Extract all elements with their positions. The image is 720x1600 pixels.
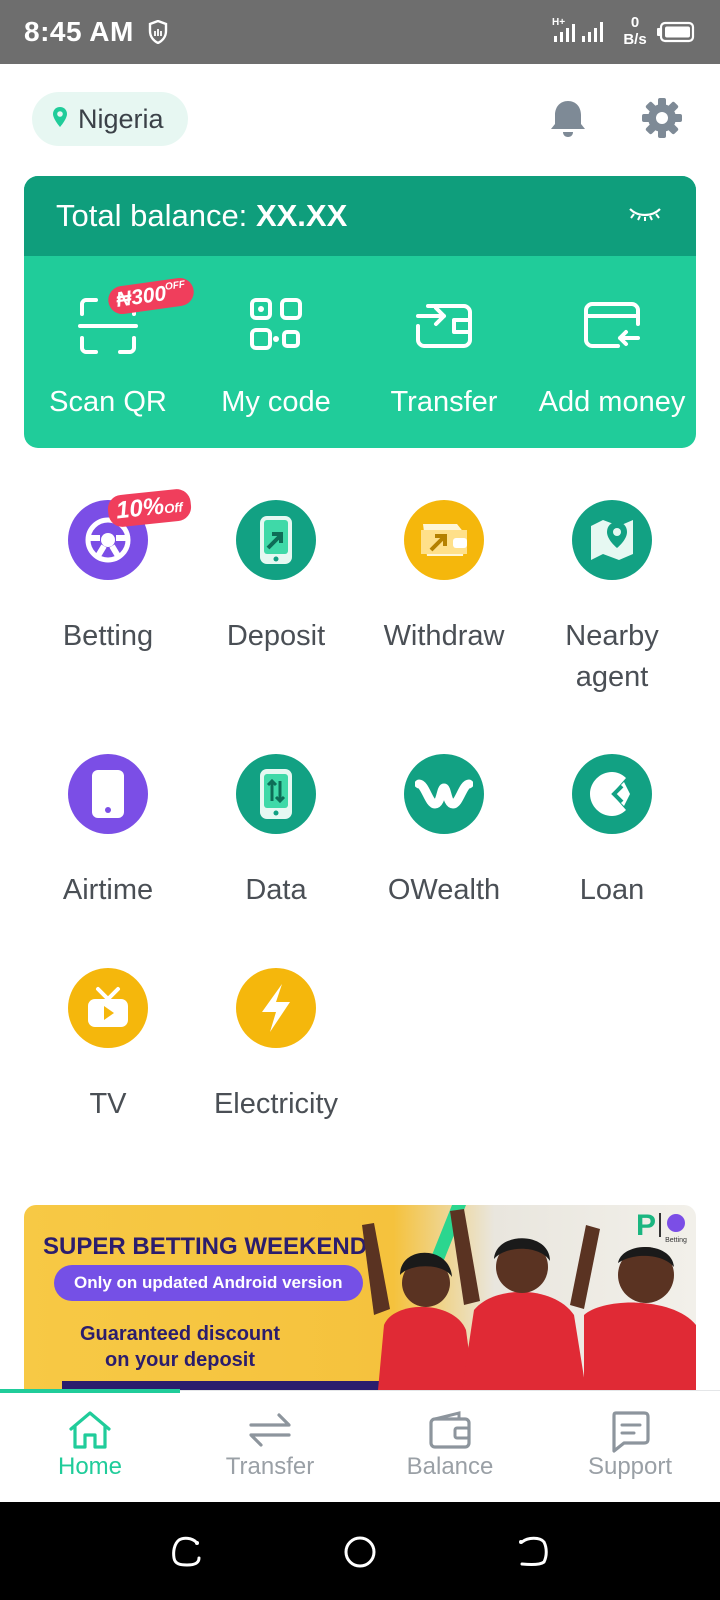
balance-header: Total balance: XX.XX: [24, 176, 696, 256]
home-icon: [67, 1409, 113, 1456]
nav-transfer[interactable]: Transfer: [180, 1391, 360, 1503]
deposit-service[interactable]: Deposit: [192, 500, 360, 657]
data-service[interactable]: Data: [192, 754, 360, 911]
loan-service[interactable]: Loan: [528, 754, 696, 911]
data-icon: [236, 754, 316, 834]
nearby-agent-service[interactable]: Nearby agent: [528, 500, 696, 698]
transfer-quick-label: Transfer: [390, 386, 498, 418]
betting-badge-value: 10%: [114, 492, 166, 525]
add-money-button[interactable]: Add money: [528, 256, 696, 448]
net-speed: 0 B/s: [618, 14, 652, 48]
add-money-card-icon: [582, 296, 642, 357]
banner-title: SUPER BETTING WEEKEND: [43, 1233, 368, 1260]
net-speed-unit: B/s: [623, 31, 647, 48]
electricity-label: Electricity: [213, 1088, 339, 1120]
withdraw-label: Withdraw: [383, 620, 505, 652]
scan-qr-button[interactable]: ₦300OFF Scan QR: [24, 256, 196, 448]
withdraw-icon: [404, 500, 484, 580]
bottom-nav: Home Transfer Balance Support: [0, 1389, 720, 1503]
betting-logo-text: Betting: [665, 1237, 687, 1244]
battery-icon: [656, 21, 696, 48]
transfer-card-icon: [414, 296, 474, 357]
qr-code-icon: [248, 296, 304, 357]
scan-qr-label: Scan QR: [49, 386, 167, 418]
deposit-icon: [236, 500, 316, 580]
recent-apps-icon[interactable]: [170, 1534, 204, 1573]
my-code-label: My code: [221, 386, 331, 418]
betting-label: Betting: [62, 620, 154, 652]
gear-icon[interactable]: [640, 96, 684, 145]
nav-support-label: Support: [587, 1453, 673, 1480]
transfer-quick-button[interactable]: Transfer: [360, 256, 528, 448]
tv-label: TV: [89, 1088, 127, 1120]
quick-actions: ₦300OFF Scan QR My code Transfer Add mon…: [24, 256, 696, 448]
scan-qr-badge-value: ₦300: [114, 282, 168, 312]
add-money-label: Add money: [538, 386, 686, 418]
my-code-button[interactable]: My code: [192, 256, 360, 448]
signal-icon: H+: [552, 16, 616, 49]
airtime-label: Airtime: [62, 874, 154, 906]
airtime-service[interactable]: Airtime: [24, 754, 192, 911]
electricity-service[interactable]: Electricity: [192, 968, 360, 1125]
deposit-label: Deposit: [226, 620, 326, 652]
total-balance: Total balance: XX.XX: [56, 198, 347, 234]
location-pin-icon: [52, 106, 68, 133]
banner-discount-text: Guaranteed discount on your deposit: [80, 1321, 280, 1373]
tv-icon: [68, 968, 148, 1048]
promo-banner[interactable]: SUPER BETTING WEEKEND Only on updated An…: [24, 1205, 696, 1390]
nearby-agent-label: Nearby agent: [565, 620, 659, 693]
betting-logo: P Betting: [636, 1209, 687, 1244]
nav-balance[interactable]: Balance: [360, 1391, 540, 1503]
status-bar: 8:45 AM H+ 0 B/s: [0, 0, 720, 64]
bell-icon[interactable]: [546, 96, 590, 145]
electricity-icon: [236, 968, 316, 1048]
scan-qr-badge-suffix: OFF: [164, 279, 186, 293]
back-icon[interactable]: [514, 1534, 548, 1573]
betting-badge-suffix: Off: [163, 499, 184, 517]
chat-icon: [608, 1409, 652, 1458]
loan-icon: [572, 754, 652, 834]
nav-support[interactable]: Support: [540, 1391, 720, 1503]
total-balance-label: Total balance:: [56, 198, 248, 233]
location-label: Nigeria: [78, 103, 164, 134]
wallet-icon: [427, 1409, 473, 1456]
transfer-arrows-icon: [245, 1409, 295, 1456]
system-nav-bar: [0, 1502, 720, 1600]
banner-line-2: on your deposit: [105, 1349, 256, 1371]
celebrating-people-image: P Betting: [362, 1205, 696, 1390]
withdraw-service[interactable]: Withdraw: [360, 500, 528, 657]
betting-service[interactable]: 10%Off Betting: [24, 487, 193, 657]
owealth-icon: [404, 754, 484, 834]
net-speed-value: 0: [630, 14, 640, 31]
signal-label: H+: [552, 17, 565, 28]
airtime-icon: [68, 754, 148, 834]
nav-home-label: Home: [57, 1453, 123, 1480]
nav-balance-label: Balance: [406, 1453, 494, 1480]
hide-balance-eye-icon[interactable]: [628, 206, 662, 227]
nearby-agent-icon: [572, 500, 652, 580]
nav-home[interactable]: Home: [0, 1391, 180, 1503]
betting-discount-badge: 10%Off: [106, 487, 193, 529]
shield-icon: [148, 19, 168, 49]
top-bar: Nigeria: [0, 64, 720, 176]
tv-service[interactable]: TV: [24, 968, 192, 1125]
home-circle-icon[interactable]: [342, 1534, 378, 1575]
banner-line-1: Guaranteed discount: [80, 1323, 281, 1345]
svg-text:P: P: [636, 1209, 656, 1242]
data-label: Data: [245, 874, 307, 906]
owealth-service[interactable]: OWealth: [360, 754, 528, 911]
scan-qr-discount-badge: ₦300OFF: [106, 276, 196, 316]
loan-label: Loan: [579, 874, 645, 906]
balance-card: Total balance: XX.XX ₦300OFF Scan QR My …: [24, 176, 696, 448]
total-balance-value: XX.XX: [255, 198, 348, 233]
owealth-label: OWealth: [387, 874, 501, 906]
location-selector[interactable]: Nigeria: [32, 92, 188, 146]
status-time: 8:45 AM: [24, 16, 134, 47]
nav-transfer-label: Transfer: [225, 1453, 315, 1480]
banner-pill: Only on updated Android version: [54, 1265, 363, 1301]
